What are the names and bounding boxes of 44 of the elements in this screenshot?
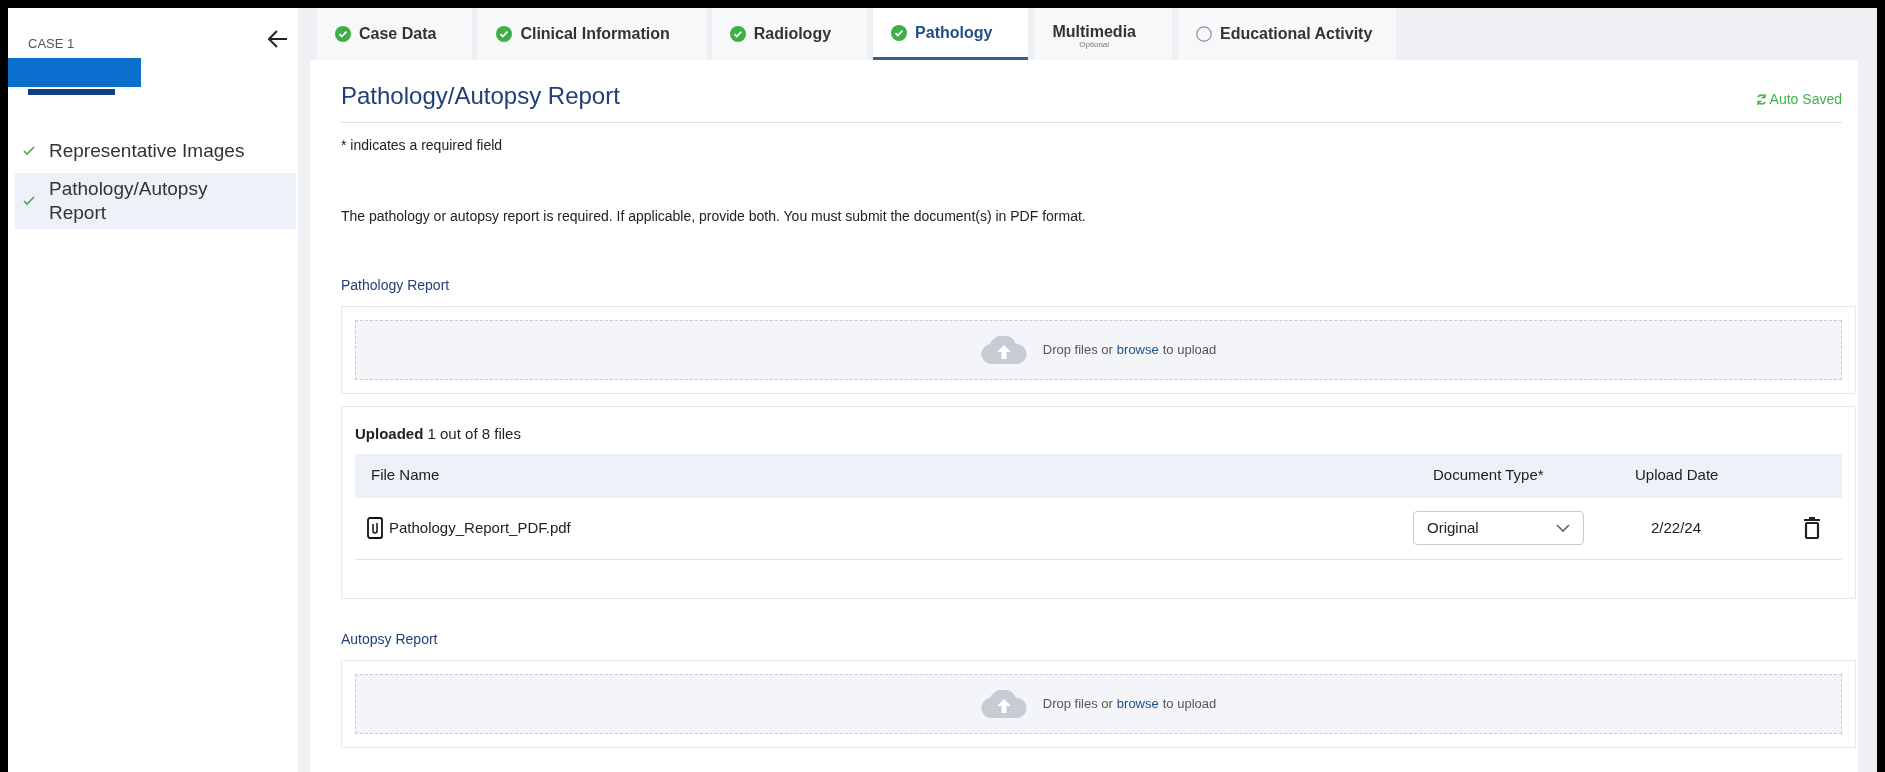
drop-hint: to upload — [1162, 694, 1217, 713]
back-arrow-icon[interactable] — [268, 30, 288, 48]
section-title: Autopsy Report — [341, 629, 439, 649]
drop-hint: to upload — [1162, 341, 1217, 360]
drop-hint: Drop files or — [1042, 341, 1113, 360]
tab-label: Multimedia — [1052, 23, 1136, 40]
empty-circle-icon — [1195, 26, 1212, 42]
tab[interactable]: Multimedia Optional — [1034, 8, 1172, 60]
case-label: CASE 1 — [27, 35, 75, 53]
check-circle-icon — [891, 24, 908, 41]
tab[interactable]: Radiology — [711, 8, 868, 60]
instructions: The pathology or autopsy report is required. If applicable, provide both. You must submit the document(s) in PDF format. — [341, 207, 1087, 226]
tab[interactable]: Clinical Information — [478, 8, 706, 60]
upload-summary: Uploaded 1 out of 8 files — [355, 424, 522, 444]
tab[interactable]: Pathology — [873, 8, 1029, 60]
required-note: * indicates a required field — [341, 136, 504, 155]
file-name: Pathology_Report_PDF.pdf — [389, 517, 571, 538]
trash-icon[interactable] — [1803, 517, 1821, 539]
paperclip-file-icon — [367, 517, 383, 539]
check-circle-icon — [335, 26, 351, 42]
cloud-upload-icon — [980, 689, 1027, 718]
check-circle-icon — [729, 26, 746, 42]
tab[interactable]: Case Data — [317, 8, 473, 60]
drop-zone[interactable]: Drop files or browse to upload — [355, 673, 1842, 734]
drop-zone[interactable]: Drop files or browse to upload — [355, 320, 1842, 380]
document-type-select[interactable]: Original — [1413, 511, 1584, 545]
chevron-down-icon — [1556, 523, 1570, 533]
cloud-upload-icon — [980, 336, 1027, 364]
column-header: Document Type* — [1432, 465, 1544, 486]
upload-date: 2/22/24 — [1650, 517, 1703, 538]
tab-sublabel: Optional — [1079, 39, 1110, 49]
browse-link[interactable]: browse — [1116, 693, 1159, 714]
column-header: Upload Date — [1634, 465, 1719, 486]
section-title: Pathology Report — [341, 276, 451, 295]
page-title: Pathology/Autopsy Report — [341, 81, 620, 111]
sync-icon — [1755, 93, 1767, 106]
column-header: File Name — [370, 465, 440, 486]
check-circle-icon — [496, 26, 513, 42]
drop-hint: Drop files or — [1042, 694, 1113, 713]
tab[interactable]: Educational Activity — [1177, 8, 1397, 60]
sidebar-item[interactable]: Pathology/Autopsy Report — [15, 172, 296, 229]
auto-saved-status: Auto Saved — [1769, 90, 1842, 109]
sidebar-item[interactable]: Representative Images — [15, 134, 296, 167]
browse-link[interactable]: browse — [1116, 340, 1159, 360]
